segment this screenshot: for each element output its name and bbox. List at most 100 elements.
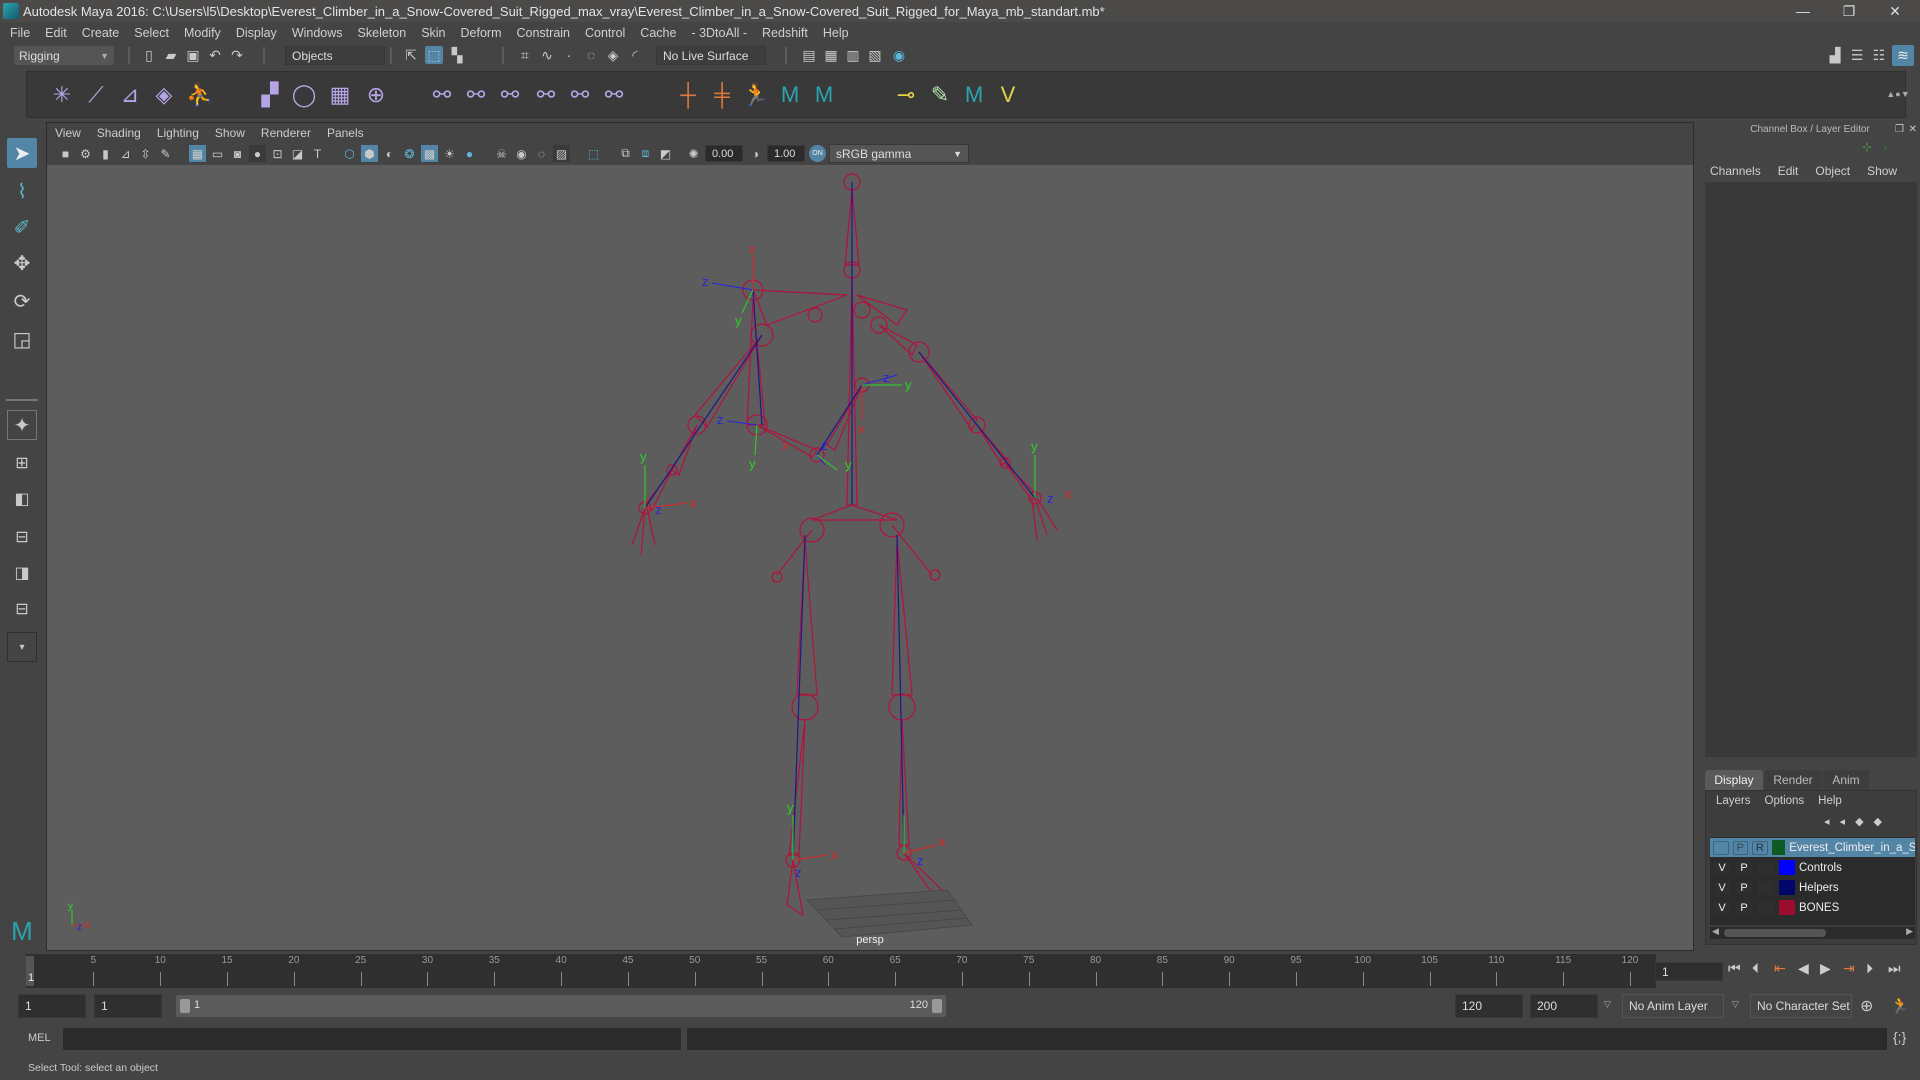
cb-menu-object[interactable]: Object	[1815, 164, 1850, 178]
vp-menu-show[interactable]: Show	[215, 126, 245, 140]
render-settings-icon[interactable]: ▤	[800, 46, 818, 64]
move-tool-icon[interactable]: ✥	[7, 248, 37, 278]
range-slider[interactable]: 1 120	[176, 995, 946, 1017]
time-slider[interactable]: 1 5 10 15 20 25 30 35 40 45 50 55 60 65 70 75 80 85 90 95 1…	[26, 954, 1656, 988]
joint-tool-icon[interactable]: ✳	[47, 80, 77, 110]
scroll-left-icon[interactable]: ◀	[1712, 926, 1719, 937]
play-forwards-button[interactable]: ▶	[1820, 960, 1831, 977]
layer-menu-help[interactable]: Help	[1818, 795, 1842, 807]
layer-reference-toggle[interactable]	[1757, 880, 1775, 895]
save-scene-icon[interactable]: ▣	[184, 46, 202, 64]
wireframe-on-shaded-icon[interactable]: ◐	[381, 145, 398, 162]
layer-playback-toggle[interactable]: P	[1732, 840, 1749, 855]
aim-constraint-icon[interactable]: ⚯	[565, 80, 595, 110]
make-live-icon[interactable]: ◜	[626, 46, 644, 64]
pose-tool-icon[interactable]: ⊸	[891, 80, 921, 110]
lasso-tool-icon[interactable]: ⌇	[7, 176, 37, 206]
field-chart-icon[interactable]: ⊡	[269, 145, 286, 162]
scroll-right-icon[interactable]: ▶	[1906, 926, 1913, 937]
restore-button[interactable]: ❐	[1826, 0, 1872, 22]
snap-grid-icon[interactable]: ⌗	[516, 46, 534, 64]
paint-weights-icon[interactable]: ✎	[925, 80, 955, 110]
layer-playback-toggle[interactable]: P	[1735, 860, 1753, 875]
persp-graph-layout-icon[interactable]: ⊟	[7, 522, 37, 552]
viewport-canvas[interactable]: x z y z y x z y x z y y x z y z x y x z	[47, 165, 1693, 950]
image-plane-icon[interactable]: ⊿	[117, 145, 134, 162]
layer-playback-toggle[interactable]: P	[1735, 900, 1753, 915]
bookmark-icon[interactable]: ▮	[97, 145, 114, 162]
select-tool-icon[interactable]: ➤	[7, 138, 37, 168]
lattice-icon[interactable]: ▦	[325, 80, 355, 110]
menu-file[interactable]: File	[10, 26, 30, 40]
exposure-field[interactable]: 0.00	[705, 145, 743, 162]
frame-all-icon[interactable]: ⧉	[617, 145, 634, 162]
minimize-button[interactable]: —	[1780, 0, 1826, 22]
layer-row[interactable]: V P BONES	[1710, 898, 1917, 917]
single-perspective-layout-icon[interactable]: ✦	[7, 410, 37, 440]
grease-pencil-icon[interactable]: ✎	[157, 145, 174, 162]
character-run-icon[interactable]: 🏃	[741, 80, 771, 110]
vp-menu-view[interactable]: View	[55, 126, 81, 140]
layer-reference-toggle[interactable]: R	[1752, 840, 1768, 855]
layer-menu-options[interactable]: Options	[1765, 795, 1805, 807]
gamma-field[interactable]: 1.00	[767, 145, 805, 162]
close-panel-icon[interactable]: ✕	[1909, 124, 1917, 135]
new-layer-from-selected-icon[interactable]: ◆	[1874, 816, 1892, 828]
ik-spline-icon[interactable]: ⊿	[115, 80, 145, 110]
current-frame-field[interactable]: 1	[1655, 962, 1723, 981]
layer-color-swatch[interactable]	[1779, 860, 1795, 875]
select-camera-icon[interactable]: ⬚	[585, 145, 602, 162]
anim-layer-dropdown[interactable]: No Anim Layer	[1622, 994, 1724, 1018]
color-management-toggle-icon[interactable]: ON	[809, 145, 826, 162]
step-back-key-button[interactable]: ⇤	[1774, 960, 1786, 977]
camera-attributes-icon[interactable]: ⚙	[77, 145, 94, 162]
auto-key-icon[interactable]: ⊕	[1860, 996, 1873, 1016]
gamma-icon[interactable]: ◑	[747, 145, 764, 162]
cb-menu-show[interactable]: Show	[1867, 164, 1897, 178]
layer-visibility-toggle[interactable]: V	[1713, 880, 1731, 895]
playback-start-field[interactable]: 1	[94, 994, 162, 1018]
toggle-icon[interactable]: ◐	[1883, 140, 1890, 154]
close-button[interactable]: ✕	[1872, 0, 1918, 22]
anim-layer-chevron-icon[interactable]: ▽	[1604, 999, 1611, 1010]
move-layer-up-icon[interactable]: ◂	[1824, 816, 1840, 828]
render-view-icon[interactable]: ▧	[866, 46, 884, 64]
menu-redshift[interactable]: Redshift	[762, 26, 808, 40]
isolate-select-icon[interactable]: ▨	[553, 145, 570, 162]
ipr-render-icon[interactable]: ▥	[844, 46, 862, 64]
script-editor-icon[interactable]: {;}	[1893, 1029, 1906, 1045]
layer-color-swatch[interactable]	[1771, 840, 1786, 855]
undo-icon[interactable]: ↶	[206, 46, 224, 64]
four-view-layout-icon[interactable]: ⊞	[7, 448, 37, 478]
command-language-label[interactable]: MEL	[28, 1032, 51, 1044]
maya-m2-icon[interactable]: M	[809, 80, 839, 110]
menu-control[interactable]: Control	[585, 26, 625, 40]
play-backwards-button[interactable]: ◀	[1798, 960, 1809, 977]
wireframe-icon[interactable]: ⬡	[341, 145, 358, 162]
maya-m-icon[interactable]: M	[775, 80, 805, 110]
scroll-thumb[interactable]	[1724, 929, 1826, 937]
menuset-dropdown[interactable]: Rigging ▼	[14, 46, 114, 65]
open-scene-icon[interactable]: ▰	[162, 46, 180, 64]
shadows-icon[interactable]: ☀	[441, 145, 458, 162]
frame-selected-icon[interactable]: ⧈	[637, 145, 654, 162]
tab-anim[interactable]: Anim	[1823, 770, 1869, 790]
hypershade-icon[interactable]: ◉	[890, 46, 908, 64]
command-input[interactable]	[63, 1028, 681, 1050]
character-set-dropdown[interactable]: No Character Set	[1750, 994, 1852, 1018]
layer-visibility-toggle[interactable]: V	[1713, 900, 1731, 915]
layer-row[interactable]: V P Controls	[1710, 858, 1917, 877]
range-start-handle[interactable]	[180, 999, 190, 1013]
grid-icon[interactable]: ▦	[189, 145, 206, 162]
vp-menu-lighting[interactable]: Lighting	[157, 126, 199, 140]
vp-menu-renderer[interactable]: Renderer	[261, 126, 311, 140]
new-scene-icon[interactable]: ▯	[140, 46, 158, 64]
textured-icon[interactable]: ❂	[401, 145, 418, 162]
vp-menu-shading[interactable]: Shading	[97, 126, 141, 140]
locator-constraint-icon[interactable]: ╪	[707, 80, 737, 110]
parent-constraint-icon[interactable]: ⚯	[427, 80, 457, 110]
tab-render[interactable]: Render	[1764, 770, 1822, 790]
xray-joints-icon[interactable]: ◌	[533, 145, 550, 162]
shelf-scroll-icon[interactable]: ▲●▼	[1886, 72, 1909, 116]
step-back-frame-button[interactable]: ⏴	[1752, 960, 1759, 977]
